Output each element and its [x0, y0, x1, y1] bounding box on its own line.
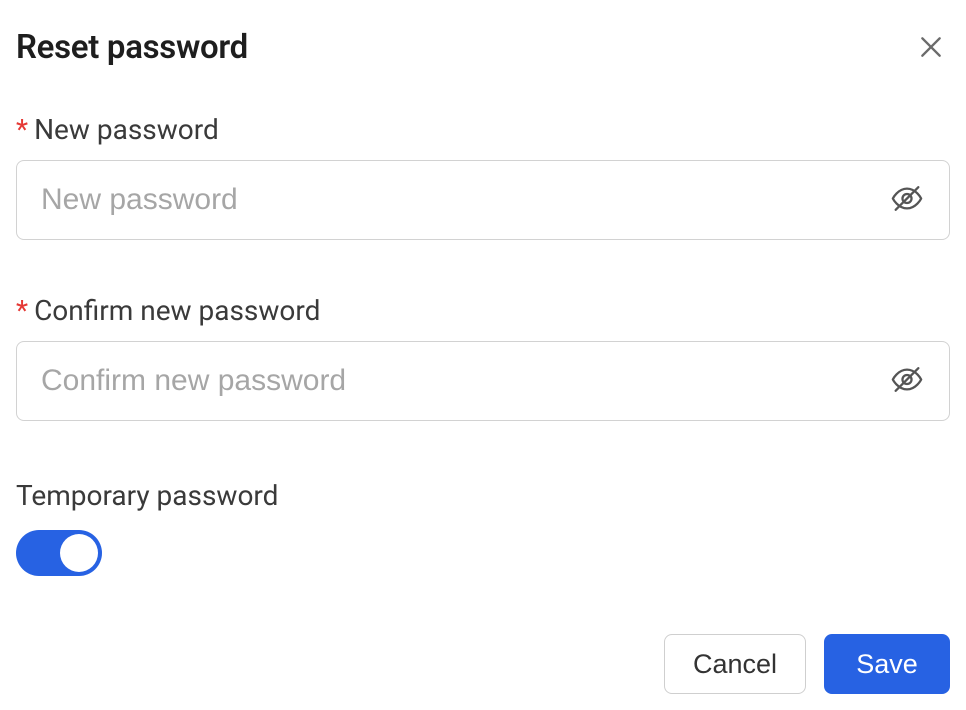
confirm-password-input[interactable] — [16, 341, 950, 421]
confirm-password-label: Confirm new password — [34, 294, 320, 327]
close-icon — [918, 34, 944, 63]
save-button[interactable]: Save — [824, 634, 950, 694]
new-password-input[interactable] — [16, 160, 950, 240]
temporary-password-label: Temporary password — [16, 479, 950, 512]
temporary-password-toggle[interactable] — [16, 530, 102, 576]
required-indicator: * — [16, 297, 28, 325]
close-button[interactable] — [912, 28, 950, 69]
eye-off-icon — [890, 363, 924, 400]
toggle-confirm-password-visibility[interactable] — [884, 357, 930, 406]
dialog-title: Reset password — [16, 28, 248, 67]
cancel-button[interactable]: Cancel — [664, 634, 806, 694]
eye-off-icon — [890, 182, 924, 219]
toggle-new-password-visibility[interactable] — [884, 176, 930, 225]
toggle-knob — [60, 534, 98, 572]
required-indicator: * — [16, 116, 28, 144]
new-password-label: New password — [34, 113, 219, 146]
